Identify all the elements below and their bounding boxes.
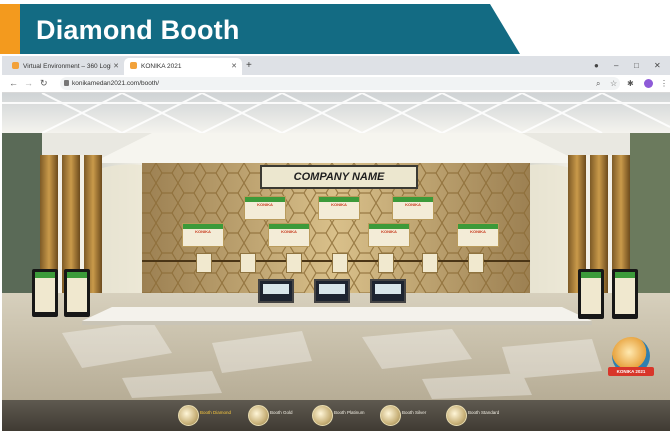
konika-mascot-badge[interactable]: KONIKA 2021: [608, 337, 654, 383]
new-tab-icon[interactable]: +: [246, 57, 252, 74]
poster-caption: KONIKA: [281, 229, 297, 234]
product-card[interactable]: [286, 253, 302, 273]
header-accent-bar: [0, 4, 20, 54]
nav-label: Booth Standard: [468, 410, 500, 415]
nav-label: Booth Diamond: [200, 410, 232, 415]
close-tab-icon[interactable]: ✕: [113, 58, 119, 75]
search-icon[interactable]: ⌕: [596, 77, 600, 90]
product-poster[interactable]: KONIKA: [368, 223, 410, 247]
close-window-icon[interactable]: ✕: [654, 57, 661, 74]
browser-tab-2[interactable]: KONIKA 2021 ✕: [124, 58, 242, 75]
tab-title: Virtual Environment – 360 Login: [23, 63, 111, 70]
product-poster[interactable]: KONIKA: [318, 196, 360, 220]
minimize-icon[interactable]: –: [614, 57, 618, 74]
nav-label: Booth Platinum: [334, 410, 365, 415]
kiosk-display[interactable]: [32, 269, 58, 317]
poster-caption: KONIKA: [405, 202, 421, 207]
video-monitor[interactable]: [314, 279, 350, 303]
product-card[interactable]: [468, 253, 484, 273]
poster-caption: KONIKA: [257, 202, 273, 207]
product-poster[interactable]: KONIKA: [182, 223, 224, 247]
forward-arrow-icon[interactable]: →: [24, 75, 33, 92]
product-poster[interactable]: KONIKA: [244, 196, 286, 220]
company-name: COMPANY NAME: [293, 171, 385, 183]
poster-caption: KONIKA: [470, 229, 486, 234]
tab-title: KONIKA 2021: [141, 63, 182, 70]
browser-tab-1[interactable]: Virtual Environment – 360 Login ✕: [6, 58, 124, 75]
back-arrow-icon[interactable]: ←: [9, 75, 18, 92]
booth-standard-icon: [446, 405, 467, 426]
maximize-icon[interactable]: □: [634, 57, 639, 74]
konika-favicon-icon: [12, 62, 19, 69]
kiosk-display[interactable]: [578, 269, 604, 319]
profile-avatar[interactable]: [644, 79, 653, 88]
product-poster[interactable]: KONIKA: [268, 223, 310, 247]
product-card[interactable]: [332, 253, 348, 273]
menu-dots-icon[interactable]: ⋮: [660, 77, 668, 90]
close-tab-icon[interactable]: ✕: [231, 58, 237, 75]
extensions-icon[interactable]: ✱: [627, 77, 634, 90]
video-monitor[interactable]: [258, 279, 294, 303]
record-icon[interactable]: ●: [594, 57, 599, 74]
bookmark-star-icon[interactable]: ☆: [610, 77, 617, 90]
kiosk-display[interactable]: [64, 269, 90, 317]
product-poster[interactable]: KONIKA: [392, 196, 434, 220]
event-badge-label: KONIKA 2021: [608, 367, 654, 376]
poster-caption: KONIKA: [381, 229, 397, 234]
product-card[interactable]: [378, 253, 394, 273]
lock-icon: [64, 80, 69, 86]
booth-category-bar: [2, 400, 670, 431]
kiosk-display[interactable]: [612, 269, 638, 319]
video-monitor[interactable]: [370, 279, 406, 303]
product-card[interactable]: [422, 253, 438, 273]
reload-icon[interactable]: ↻: [40, 75, 48, 92]
address-url[interactable]: konikamedan2021.com/booth/: [72, 77, 159, 90]
company-sign[interactable]: COMPANY NAME: [260, 165, 418, 189]
virtual-booth-viewport[interactable]: COMPANY NAME KONIKA KONIKA KONIKA KONIKA…: [2, 93, 670, 431]
slide-title: Diamond Booth: [36, 15, 240, 45]
poster-caption: KONIKA: [195, 229, 211, 234]
booth-diamond-icon: [178, 405, 199, 426]
nav-label: Booth Gold: [270, 410, 293, 415]
product-card[interactable]: [240, 253, 256, 273]
booth-gold-icon: [248, 405, 269, 426]
product-poster[interactable]: KONIKA: [457, 223, 499, 247]
konika-favicon-icon: [130, 62, 137, 69]
nav-label: Booth Silver: [402, 410, 427, 415]
poster-caption: KONIKA: [331, 202, 347, 207]
booth-silver-icon: [380, 405, 401, 426]
booth-platinum-icon: [312, 405, 333, 426]
product-card[interactable]: [196, 253, 212, 273]
